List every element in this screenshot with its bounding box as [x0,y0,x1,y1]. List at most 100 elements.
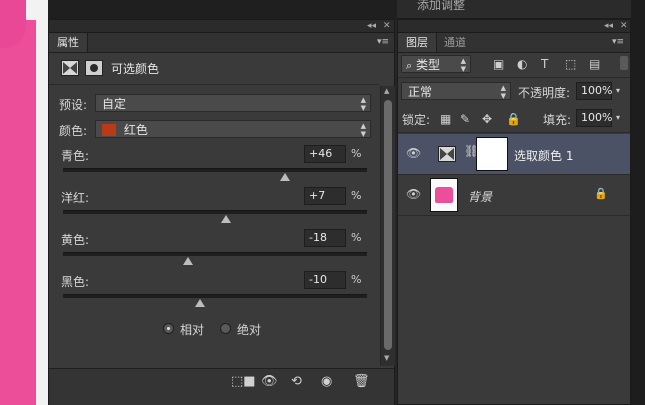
blend-mode-select[interactable]: 正常 ▲ ▼ [401,82,511,100]
slider-value-input[interactable]: +7 [304,187,346,205]
divider [398,132,630,133]
percent-unit: % [351,273,362,286]
percent-unit: % [351,189,362,202]
updown-icon: ▲ ▼ [500,84,506,100]
slider-track[interactable] [63,168,367,172]
layer-name[interactable]: 背景 [468,188,492,205]
close-icon[interactable]: ✕ [620,20,628,32]
properties-tabbar: 属性 ▾≡ [49,33,394,53]
filter-toggle[interactable] [620,56,628,70]
lock-label: 锁定: [402,113,431,127]
fill-dropdown-icon[interactable]: ▾ [616,111,620,125]
visibility-eye-icon[interactable]: 👁 [406,187,421,201]
canvas-image-shirt [0,0,36,405]
panel-menu-icon[interactable]: ▾≡ [377,37,389,47]
lock-transparent-icon[interactable]: ▦ [440,112,451,126]
layers-panel: ◂◂ ✕ 图层 通道 ▾≡ ⌕ 类型 ▲ ▼ ▣ ◐ T ⬚ ▤ 正常 ▲ ▼ 不透… [397,19,631,405]
scrollbar-thumb[interactable] [384,100,392,350]
colors-select[interactable]: 红色 ▲ ▼ [95,120,371,138]
blend-mode-value: 正常 [408,85,433,99]
filter-smart-object-icon[interactable]: ▤ [589,57,600,71]
preset-label: 预设: [59,98,88,112]
properties-titlebar[interactable]: ◂◂ ✕ [49,20,394,33]
slider-label: 黄色: [61,233,90,247]
colors-value: 红色 [123,123,148,137]
updown-icon: ▲ ▼ [460,57,466,73]
visibility-eye-icon[interactable]: 👁 [406,146,421,160]
relative-label[interactable]: 相对 [180,321,204,338]
colors-label: 颜色: [59,124,88,138]
layer-thumbnail [430,178,458,212]
fill-input[interactable]: 100% [576,109,612,127]
radio-absolute[interactable] [220,323,231,334]
fill-value: 100% [581,111,613,124]
slider-track[interactable] [63,252,367,256]
lock-position-icon[interactable]: ✥ [482,112,492,126]
toggle-visibility-icon[interactable]: ◉ [321,375,332,389]
clip-to-layer-icon[interactable]: ⬚■ [231,375,256,389]
slider-thumb[interactable] [220,215,231,223]
filter-kind-select[interactable]: ⌕ 类型 ▲ ▼ [401,55,471,73]
slider-thumb[interactable] [182,257,193,265]
percent-unit: % [351,231,362,244]
filter-pixel-icon[interactable]: ▣ [493,57,504,71]
layer-lock-icon: 🔒 [594,187,608,200]
slider-label: 洋红: [61,191,90,205]
layer-name[interactable]: 选取颜色 1 [514,147,573,164]
scrollbar[interactable]: ▲ ▼ [380,86,395,366]
layers-tabbar: 图层 通道 ▾≡ [398,33,630,53]
preset-select[interactable]: 自定 ▲ ▼ [95,94,371,112]
reset-icon[interactable]: ⟲ [291,375,302,389]
lock-all-icon[interactable]: 🔒 [506,112,521,126]
adjustment-thumbnail-icon [438,146,456,162]
slider-value-input[interactable]: -18 [304,229,346,247]
layers-titlebar[interactable]: ◂◂ ✕ [398,20,630,33]
layer-mask-icon[interactable] [85,60,103,76]
tab-properties[interactable]: 属性 [49,33,88,52]
fill-label: 填充: [543,113,572,127]
delete-icon[interactable]: 🗑 [353,375,370,389]
slider-thumb[interactable] [194,299,205,307]
collapse-icon[interactable]: ◂◂ [367,20,376,32]
opacity-label: 不透明度: [518,86,571,100]
slider-value: -18 [309,231,327,244]
filter-adjustment-icon[interactable]: ◐ [517,57,527,71]
slider-thumb[interactable] [279,173,290,181]
tab-layers[interactable]: 图层 [398,33,437,52]
document-canvas[interactable] [0,0,48,405]
opacity-value: 100% [581,84,613,97]
close-icon[interactable]: ✕ [383,20,391,32]
opacity-input[interactable]: 100% [576,82,612,100]
view-previous-icon[interactable]: 👁 [261,375,278,389]
filter-shape-icon[interactable]: ⬚ [565,57,576,71]
slider-value: +7 [309,189,326,202]
absolute-label[interactable]: 绝对 [237,321,261,338]
slider-value-input[interactable]: -10 [304,271,346,289]
collapse-icon[interactable]: ◂◂ [604,20,613,32]
updown-icon: ▲ ▼ [360,96,366,112]
filter-type-icon[interactable]: T [541,57,548,71]
properties-footer: ⬚■ 👁 ⟲ ◉ 🗑 [49,368,394,405]
tab-channels[interactable]: 通道 [436,33,474,52]
divider [49,84,379,85]
slider-track[interactable] [63,210,367,214]
slider-value: +46 [309,147,333,160]
radio-relative[interactable] [163,323,174,334]
slider-value-input[interactable]: +46 [304,145,346,163]
divider [398,77,630,78]
panel-menu-icon[interactable]: ▾≡ [612,37,624,47]
preset-value: 自定 [102,97,127,111]
slider-track[interactable] [63,294,367,298]
layer-row-selective-color[interactable]: 👁 ⛓ 选取颜色 1 [398,134,630,175]
layer-row-background[interactable]: 👁 背景 🔒 [398,175,630,216]
layer-mask-thumbnail[interactable] [476,137,508,171]
adjustment-title: 可选颜色 [111,62,160,76]
scroll-up-icon[interactable]: ▲ [384,87,389,95]
properties-panel: ◂◂ ✕ 属性 ▾≡ 可选颜色 预设: 自定 ▲ ▼ 颜色: 红色 ▲ ▼ 青色: +… [48,19,395,405]
slider-label: 黑色: [61,275,90,289]
filter-kind-value: 类型 [416,58,441,72]
adjustment-mask-icon [61,60,79,76]
opacity-dropdown-icon[interactable]: ▾ [616,84,620,98]
lock-image-icon[interactable]: ✎ [460,112,470,126]
scroll-down-icon[interactable]: ▼ [384,354,389,362]
